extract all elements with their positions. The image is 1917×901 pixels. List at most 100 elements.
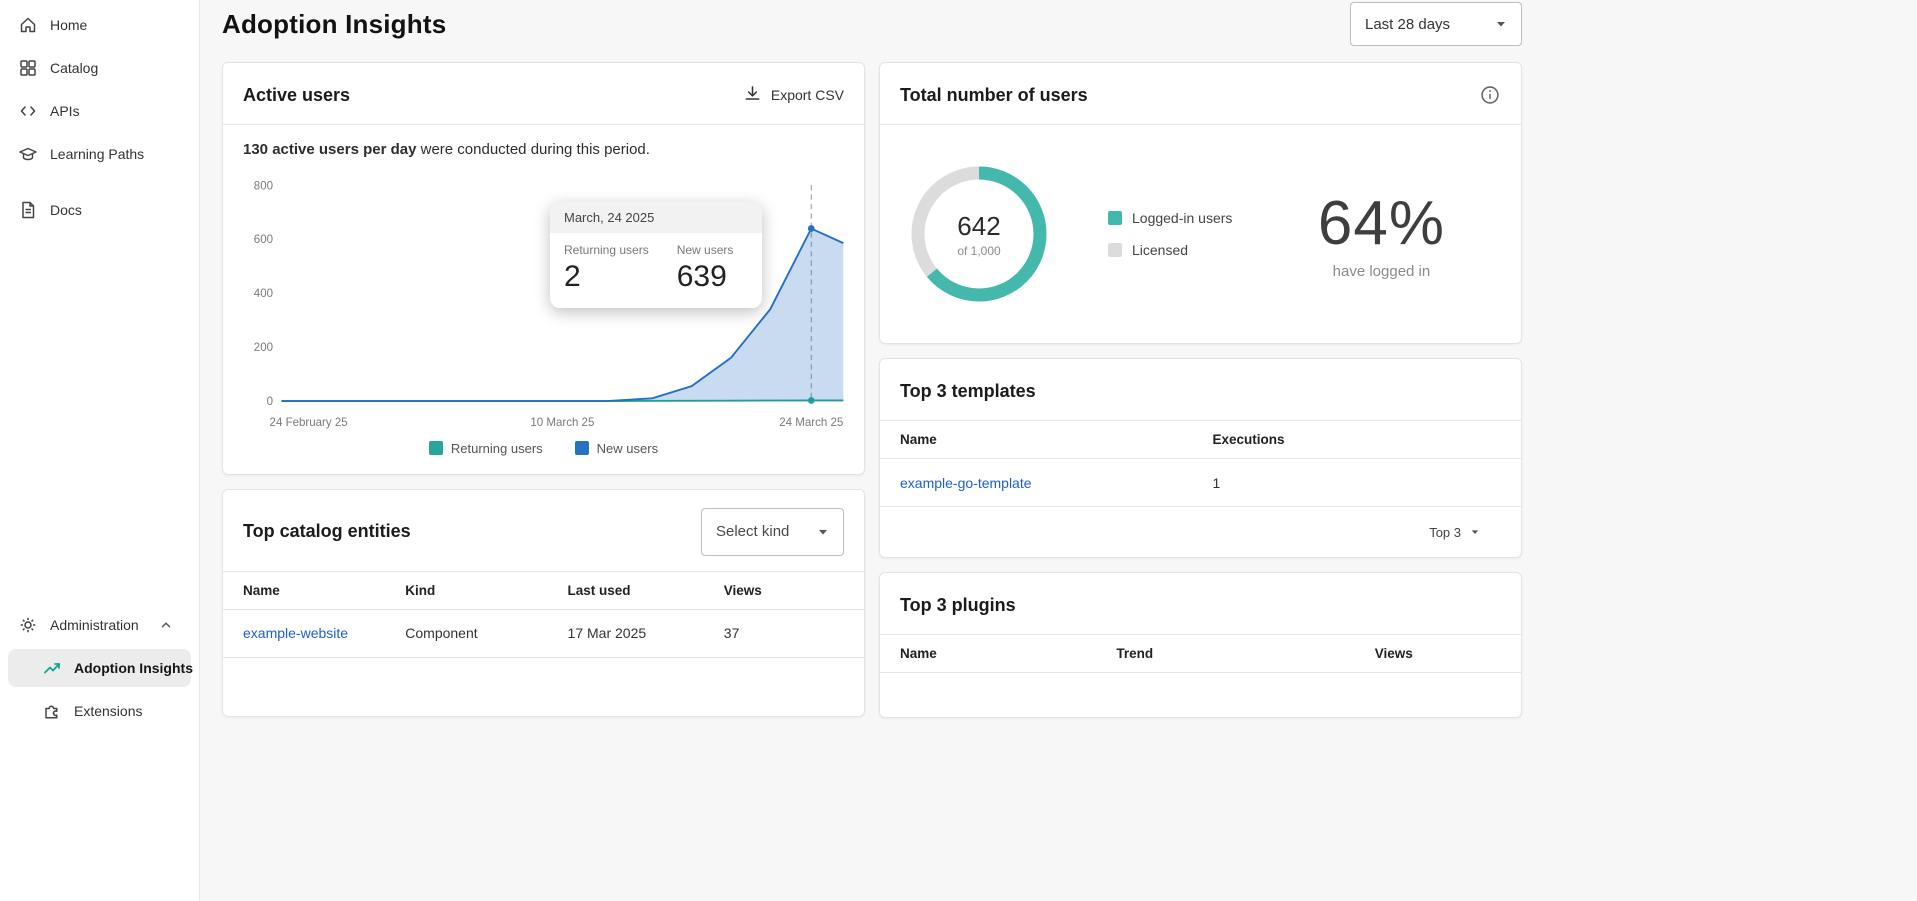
- export-csv-button[interactable]: Export CSV: [743, 84, 844, 106]
- date-range-select[interactable]: Last 28 days: [1350, 2, 1522, 46]
- area-chart-svg: 0 200 400 600 800 24 February 25 10 March 25 24…: [229, 162, 858, 437]
- total-users-card: Total number of users 642: [879, 62, 1522, 344]
- sidebar-admin-section: Administration Adoption Insights Extensi…: [8, 606, 191, 735]
- tooltip-new-users: New users 639: [677, 243, 734, 294]
- sidebar: Home Catalog APIs Learning Paths: [0, 0, 200, 901]
- cards-grid: Active users Export CSV 130 active users…: [222, 62, 1522, 718]
- legend-swatch: [1108, 211, 1122, 225]
- table-row: example-go-template 1: [880, 459, 1521, 507]
- app-root: Home Catalog APIs Learning Paths: [0, 0, 1917, 901]
- svg-text:10 March 25: 10 March 25: [530, 417, 594, 429]
- templates-table-footer: Top 3: [880, 507, 1521, 557]
- sidebar-item-label: Home: [50, 17, 87, 33]
- tooltip-returning-users: Returning users 2: [564, 243, 649, 294]
- sidebar-item-label: APIs: [50, 103, 80, 119]
- sidebar-item-extensions[interactable]: Extensions: [8, 692, 191, 730]
- learning-paths-icon: [18, 144, 38, 164]
- total-users-body: 642 of 1,000 Logged-in users Lic: [880, 125, 1521, 343]
- sidebar-item-catalog[interactable]: Catalog: [8, 49, 191, 87]
- entity-kind: Component: [405, 625, 567, 641]
- catalog-table-header: Name Kind Last used Views: [223, 572, 864, 610]
- top-catalog-entities-card: Top catalog entities Select kind Name Ki…: [222, 489, 865, 717]
- card-title: Active users: [243, 85, 350, 106]
- legend-returning-users: Returning users: [429, 441, 543, 456]
- svg-text:400: 400: [254, 288, 273, 300]
- card-title: Top 3 templates: [900, 381, 1036, 402]
- entity-views: 37: [724, 625, 844, 641]
- tooltip-body: Returning users 2 New users 639: [550, 233, 762, 308]
- tooltip-date: March, 24 2025: [550, 202, 762, 233]
- legend-licensed: Licensed: [1108, 242, 1232, 258]
- sidebar-item-label: Extensions: [74, 703, 142, 719]
- template-executions: 1: [1213, 475, 1501, 491]
- docs-icon: [18, 200, 38, 220]
- table-row-partial: [880, 673, 1521, 717]
- logged-in-percent: 64% have logged in: [1318, 188, 1445, 280]
- catalog-icon: [18, 58, 38, 78]
- legend-swatch: [1108, 243, 1122, 257]
- extensions-icon: [42, 701, 62, 721]
- templates-table-header: Name Executions: [880, 421, 1521, 459]
- chevron-up-icon[interactable]: [157, 616, 175, 634]
- entity-link[interactable]: example-website: [243, 625, 405, 641]
- top-plugins-card: Top 3 plugins Name Trend Views: [879, 572, 1522, 718]
- active-users-chart: 0 200 400 600 800 24 February 25 10 March 25 24…: [223, 162, 864, 437]
- sidebar-item-label: Administration: [50, 617, 139, 633]
- legend-new-users: New users: [575, 441, 658, 456]
- kind-select[interactable]: Select kind: [701, 508, 844, 556]
- home-icon: [18, 15, 38, 35]
- info-icon[interactable]: [1479, 84, 1501, 106]
- table-row: example-website Component 17 Mar 2025 37: [223, 610, 864, 658]
- adoption-insights-icon: [42, 658, 62, 678]
- svg-text:0: 0: [267, 396, 273, 408]
- sidebar-nav: Home Catalog APIs Learning Paths: [8, 6, 191, 234]
- legend-swatch: [429, 441, 443, 455]
- top-templates-card-header: Top 3 templates: [880, 359, 1521, 421]
- sidebar-item-apis[interactable]: APIs: [8, 92, 191, 130]
- chevron-down-icon: [1467, 524, 1483, 540]
- legend-logged-in-users: Logged-in users: [1108, 210, 1232, 226]
- sidebar-item-learning-paths[interactable]: Learning Paths: [8, 135, 191, 173]
- top-catalog-card-header: Top catalog entities Select kind: [223, 490, 864, 572]
- card-title: Total number of users: [900, 85, 1088, 106]
- sidebar-item-label: Learning Paths: [50, 146, 144, 162]
- plugins-table-header: Name Trend Views: [880, 635, 1521, 673]
- total-users-card-header: Total number of users: [880, 63, 1521, 125]
- active-users-card-header: Active users Export CSV: [223, 63, 864, 125]
- sidebar-item-label: Adoption Insights: [74, 660, 193, 676]
- svg-text:800: 800: [254, 180, 273, 192]
- svg-text:200: 200: [254, 342, 273, 354]
- chart-legend: Returning users New users: [223, 437, 864, 474]
- kind-select-value: Select kind: [716, 523, 789, 540]
- rows-count-select[interactable]: Top 3: [1429, 524, 1483, 540]
- main-content: Adoption Insights Last 28 days Active us…: [200, 0, 1917, 901]
- page-title: Adoption Insights: [222, 9, 446, 40]
- donut-center-label: 642 of 1,000: [904, 159, 1054, 309]
- chart-tooltip: March, 24 2025 Returning users 2 New use…: [550, 202, 762, 308]
- administration-icon: [18, 615, 38, 635]
- template-link[interactable]: example-go-template: [900, 475, 1213, 491]
- active-users-summary: 130 active users per day were conducted …: [223, 125, 864, 162]
- svg-text:600: 600: [254, 234, 273, 246]
- page-header: Adoption Insights Last 28 days: [222, 2, 1522, 46]
- svg-text:24 March 25: 24 March 25: [779, 417, 843, 429]
- svg-text:24 February 25: 24 February 25: [270, 417, 348, 429]
- users-donut-chart: 642 of 1,000: [904, 159, 1054, 309]
- sidebar-item-home[interactable]: Home: [8, 6, 191, 44]
- sidebar-item-docs[interactable]: Docs: [8, 191, 191, 229]
- top-templates-card: Top 3 templates Name Executions example-…: [879, 358, 1522, 558]
- sidebar-item-label: Docs: [50, 202, 82, 218]
- left-column: Active users Export CSV 130 active users…: [222, 62, 865, 717]
- download-icon: [743, 84, 762, 106]
- top-plugins-card-header: Top 3 plugins: [880, 573, 1521, 635]
- card-title: Top catalog entities: [243, 521, 411, 542]
- card-title: Top 3 plugins: [900, 595, 1016, 616]
- apis-icon: [18, 101, 38, 121]
- sidebar-item-administration[interactable]: Administration: [8, 606, 191, 644]
- active-users-card: Active users Export CSV 130 active users…: [222, 62, 865, 475]
- sidebar-item-adoption-insights[interactable]: Adoption Insights: [8, 649, 191, 687]
- sidebar-item-label: Catalog: [50, 60, 98, 76]
- legend-swatch: [575, 441, 589, 455]
- export-csv-label: Export CSV: [771, 87, 844, 103]
- table-row-partial: [223, 658, 864, 716]
